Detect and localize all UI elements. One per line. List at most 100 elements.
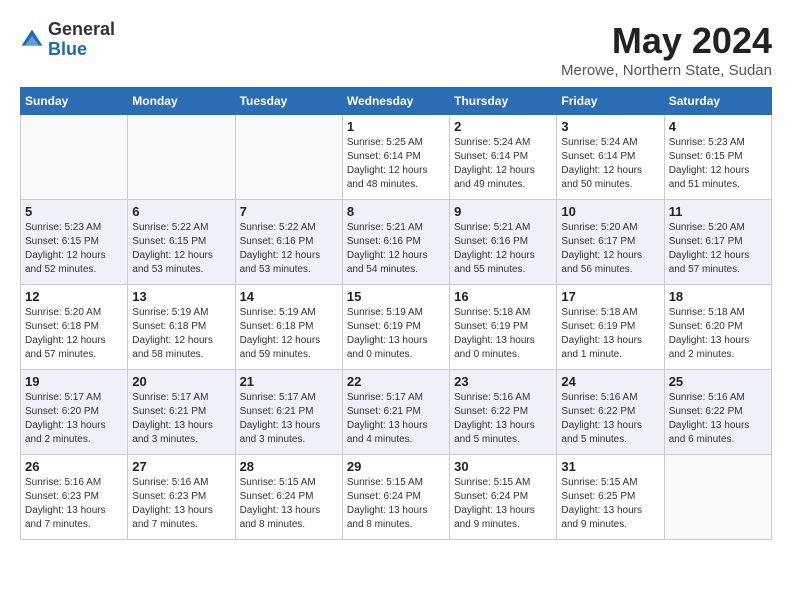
calendar-week-row: 1 Sunrise: 5:25 AMSunset: 6:14 PMDaylight…: [21, 115, 772, 200]
calendar-cell: 29 Sunrise: 5:15 AMSunset: 6:24 PMDayligh…: [342, 455, 449, 540]
day-number: 11: [669, 204, 767, 219]
calendar-cell: 23Sunrise: 5:16 AMSunset: 6:22 PMDayligh…: [450, 370, 557, 455]
day-info: Sunrise: 5:22 AMSunset: 6:16 PMDaylight:…: [240, 221, 338, 277]
day-number: 1: [347, 119, 445, 134]
day-number: 30: [454, 459, 552, 474]
day-info: Sunrise: 5:21 AMSunset: 6:16 PMDaylight:…: [454, 221, 552, 277]
day-info: Sunrise: 5:17 AMSunset: 6:21 PMDaylight:…: [132, 391, 230, 447]
day-info: Sunrise: 5:17 AMSunset: 6:21 PMDaylight:…: [240, 391, 338, 447]
calendar-cell: 1 Sunrise: 5:25 AMSunset: 6:14 PMDaylight…: [342, 115, 449, 200]
day-info: Sunrise: 5:17 AMSunset: 6:21 PMDaylight:…: [347, 391, 445, 447]
day-number: 9: [454, 204, 552, 219]
calendar-cell: 7Sunrise: 5:22 AMSunset: 6:16 PMDaylight…: [235, 200, 342, 285]
logo-text: General Blue: [48, 20, 115, 60]
calendar-week-row: 19 Sunrise: 5:17 AMSunset: 6:20 PMDayligh…: [21, 370, 772, 455]
day-info: Sunrise: 5:24 AMSunset: 6:14 PMDaylight:…: [454, 136, 552, 192]
day-info: Sunrise: 5:15 AMSunset: 6:24 PMDaylight:…: [240, 476, 338, 532]
day-number: 8: [347, 204, 445, 219]
day-info: Sunrise: 5:23 AMSunset: 6:15 PMDaylight:…: [669, 136, 767, 192]
day-info: Sunrise: 5:20 AMSunset: 6:18 PMDaylight:…: [25, 306, 123, 362]
day-number: 2: [454, 119, 552, 134]
day-number: 28: [240, 459, 338, 474]
day-info: Sunrise: 5:15 AMSunset: 6:25 PMDaylight:…: [561, 476, 659, 532]
day-number: 26: [25, 459, 123, 474]
calendar-cell: 30 Sunrise: 5:15 AMSunset: 6:24 PMDayligh…: [450, 455, 557, 540]
calendar-week-row: 26 Sunrise: 5:16 AMSunset: 6:23 PMDayligh…: [21, 455, 772, 540]
logo: General Blue: [20, 20, 115, 60]
day-number: 15: [347, 289, 445, 304]
calendar-cell: [235, 115, 342, 200]
day-number: 18: [669, 289, 767, 304]
day-info: Sunrise: 5:18 AMSunset: 6:19 PMDaylight:…: [561, 306, 659, 362]
day-info: Sunrise: 5:19 AMSunset: 6:18 PMDaylight:…: [132, 306, 230, 362]
day-info: Sunrise: 5:22 AMSunset: 6:15 PMDaylight:…: [132, 221, 230, 277]
day-info: Sunrise: 5:15 AMSunset: 6:24 PMDaylight:…: [454, 476, 552, 532]
calendar-cell: [128, 115, 235, 200]
logo-general: General: [48, 20, 115, 40]
day-number: 27: [132, 459, 230, 474]
calendar-cell: 16Sunrise: 5:18 AMSunset: 6:19 PMDayligh…: [450, 285, 557, 370]
day-number: 24: [561, 374, 659, 389]
column-header-wednesday: Wednesday: [342, 88, 449, 115]
calendar-cell: 4 Sunrise: 5:23 AMSunset: 6:15 PMDaylight…: [664, 115, 771, 200]
calendar-cell: 24Sunrise: 5:16 AMSunset: 6:22 PMDayligh…: [557, 370, 664, 455]
calendar-cell: 2 Sunrise: 5:24 AMSunset: 6:14 PMDaylight…: [450, 115, 557, 200]
day-number: 17: [561, 289, 659, 304]
calendar-table: SundayMondayTuesdayWednesdayThursdayFrid…: [20, 87, 772, 540]
calendar-cell: 13Sunrise: 5:19 AMSunset: 6:18 PMDayligh…: [128, 285, 235, 370]
day-info: Sunrise: 5:17 AMSunset: 6:20 PMDaylight:…: [25, 391, 123, 447]
day-info: Sunrise: 5:23 AMSunset: 6:15 PMDaylight:…: [25, 221, 123, 277]
calendar-cell: 18 Sunrise: 5:18 AMSunset: 6:20 PMDayligh…: [664, 285, 771, 370]
day-info: Sunrise: 5:19 AMSunset: 6:18 PMDaylight:…: [240, 306, 338, 362]
day-number: 22: [347, 374, 445, 389]
day-info: Sunrise: 5:19 AMSunset: 6:19 PMDaylight:…: [347, 306, 445, 362]
calendar-week-row: 5 Sunrise: 5:23 AMSunset: 6:15 PMDaylight…: [21, 200, 772, 285]
calendar-cell: 27 Sunrise: 5:16 AMSunset: 6:23 PMDayligh…: [128, 455, 235, 540]
day-number: 10: [561, 204, 659, 219]
calendar-cell: 19 Sunrise: 5:17 AMSunset: 6:20 PMDayligh…: [21, 370, 128, 455]
calendar-cell: 9 Sunrise: 5:21 AMSunset: 6:16 PMDaylight…: [450, 200, 557, 285]
day-number: 29: [347, 459, 445, 474]
month-year-title: May 2024: [561, 20, 772, 62]
day-info: Sunrise: 5:18 AMSunset: 6:20 PMDaylight:…: [669, 306, 767, 362]
day-info: Sunrise: 5:25 AMSunset: 6:14 PMDaylight:…: [347, 136, 445, 192]
day-number: 5: [25, 204, 123, 219]
day-info: Sunrise: 5:20 AMSunset: 6:17 PMDaylight:…: [561, 221, 659, 277]
day-info: Sunrise: 5:16 AMSunset: 6:22 PMDaylight:…: [669, 391, 767, 447]
day-number: 4: [669, 119, 767, 134]
day-number: 3: [561, 119, 659, 134]
day-number: 20: [132, 374, 230, 389]
calendar-cell: 15 Sunrise: 5:19 AMSunset: 6:19 PMDayligh…: [342, 285, 449, 370]
day-number: 19: [25, 374, 123, 389]
calendar-header-row: SundayMondayTuesdayWednesdayThursdayFrid…: [21, 88, 772, 115]
title-block: May 2024 Merowe, Northern State, Sudan: [561, 20, 772, 79]
calendar-cell: 10 Sunrise: 5:20 AMSunset: 6:17 PMDayligh…: [557, 200, 664, 285]
day-number: 31: [561, 459, 659, 474]
day-number: 16: [454, 289, 552, 304]
day-number: 14: [240, 289, 338, 304]
calendar-cell: 25Sunrise: 5:16 AMSunset: 6:22 PMDayligh…: [664, 370, 771, 455]
calendar-cell: 3 Sunrise: 5:24 AMSunset: 6:14 PMDaylight…: [557, 115, 664, 200]
day-info: Sunrise: 5:16 AMSunset: 6:23 PMDaylight:…: [132, 476, 230, 532]
column-header-sunday: Sunday: [21, 88, 128, 115]
calendar-week-row: 12Sunrise: 5:20 AMSunset: 6:18 PMDayligh…: [21, 285, 772, 370]
page-header: General Blue May 2024 Merowe, Northern S…: [20, 20, 772, 79]
calendar-cell: 14 Sunrise: 5:19 AMSunset: 6:18 PMDayligh…: [235, 285, 342, 370]
logo-blue: Blue: [48, 40, 115, 60]
calendar-cell: 31 Sunrise: 5:15 AMSunset: 6:25 PMDayligh…: [557, 455, 664, 540]
calendar-cell: 12Sunrise: 5:20 AMSunset: 6:18 PMDayligh…: [21, 285, 128, 370]
calendar-cell: 6Sunrise: 5:22 AMSunset: 6:15 PMDaylight…: [128, 200, 235, 285]
day-info: Sunrise: 5:16 AMSunset: 6:23 PMDaylight:…: [25, 476, 123, 532]
day-info: Sunrise: 5:15 AMSunset: 6:24 PMDaylight:…: [347, 476, 445, 532]
calendar-cell: 17 Sunrise: 5:18 AMSunset: 6:19 PMDayligh…: [557, 285, 664, 370]
day-info: Sunrise: 5:21 AMSunset: 6:16 PMDaylight:…: [347, 221, 445, 277]
day-info: Sunrise: 5:24 AMSunset: 6:14 PMDaylight:…: [561, 136, 659, 192]
column-header-tuesday: Tuesday: [235, 88, 342, 115]
calendar-cell: 5 Sunrise: 5:23 AMSunset: 6:15 PMDaylight…: [21, 200, 128, 285]
calendar-cell: 26 Sunrise: 5:16 AMSunset: 6:23 PMDayligh…: [21, 455, 128, 540]
calendar-cell: 21Sunrise: 5:17 AMSunset: 6:21 PMDayligh…: [235, 370, 342, 455]
column-header-monday: Monday: [128, 88, 235, 115]
calendar-cell: [664, 455, 771, 540]
day-info: Sunrise: 5:20 AMSunset: 6:17 PMDaylight:…: [669, 221, 767, 277]
column-header-thursday: Thursday: [450, 88, 557, 115]
